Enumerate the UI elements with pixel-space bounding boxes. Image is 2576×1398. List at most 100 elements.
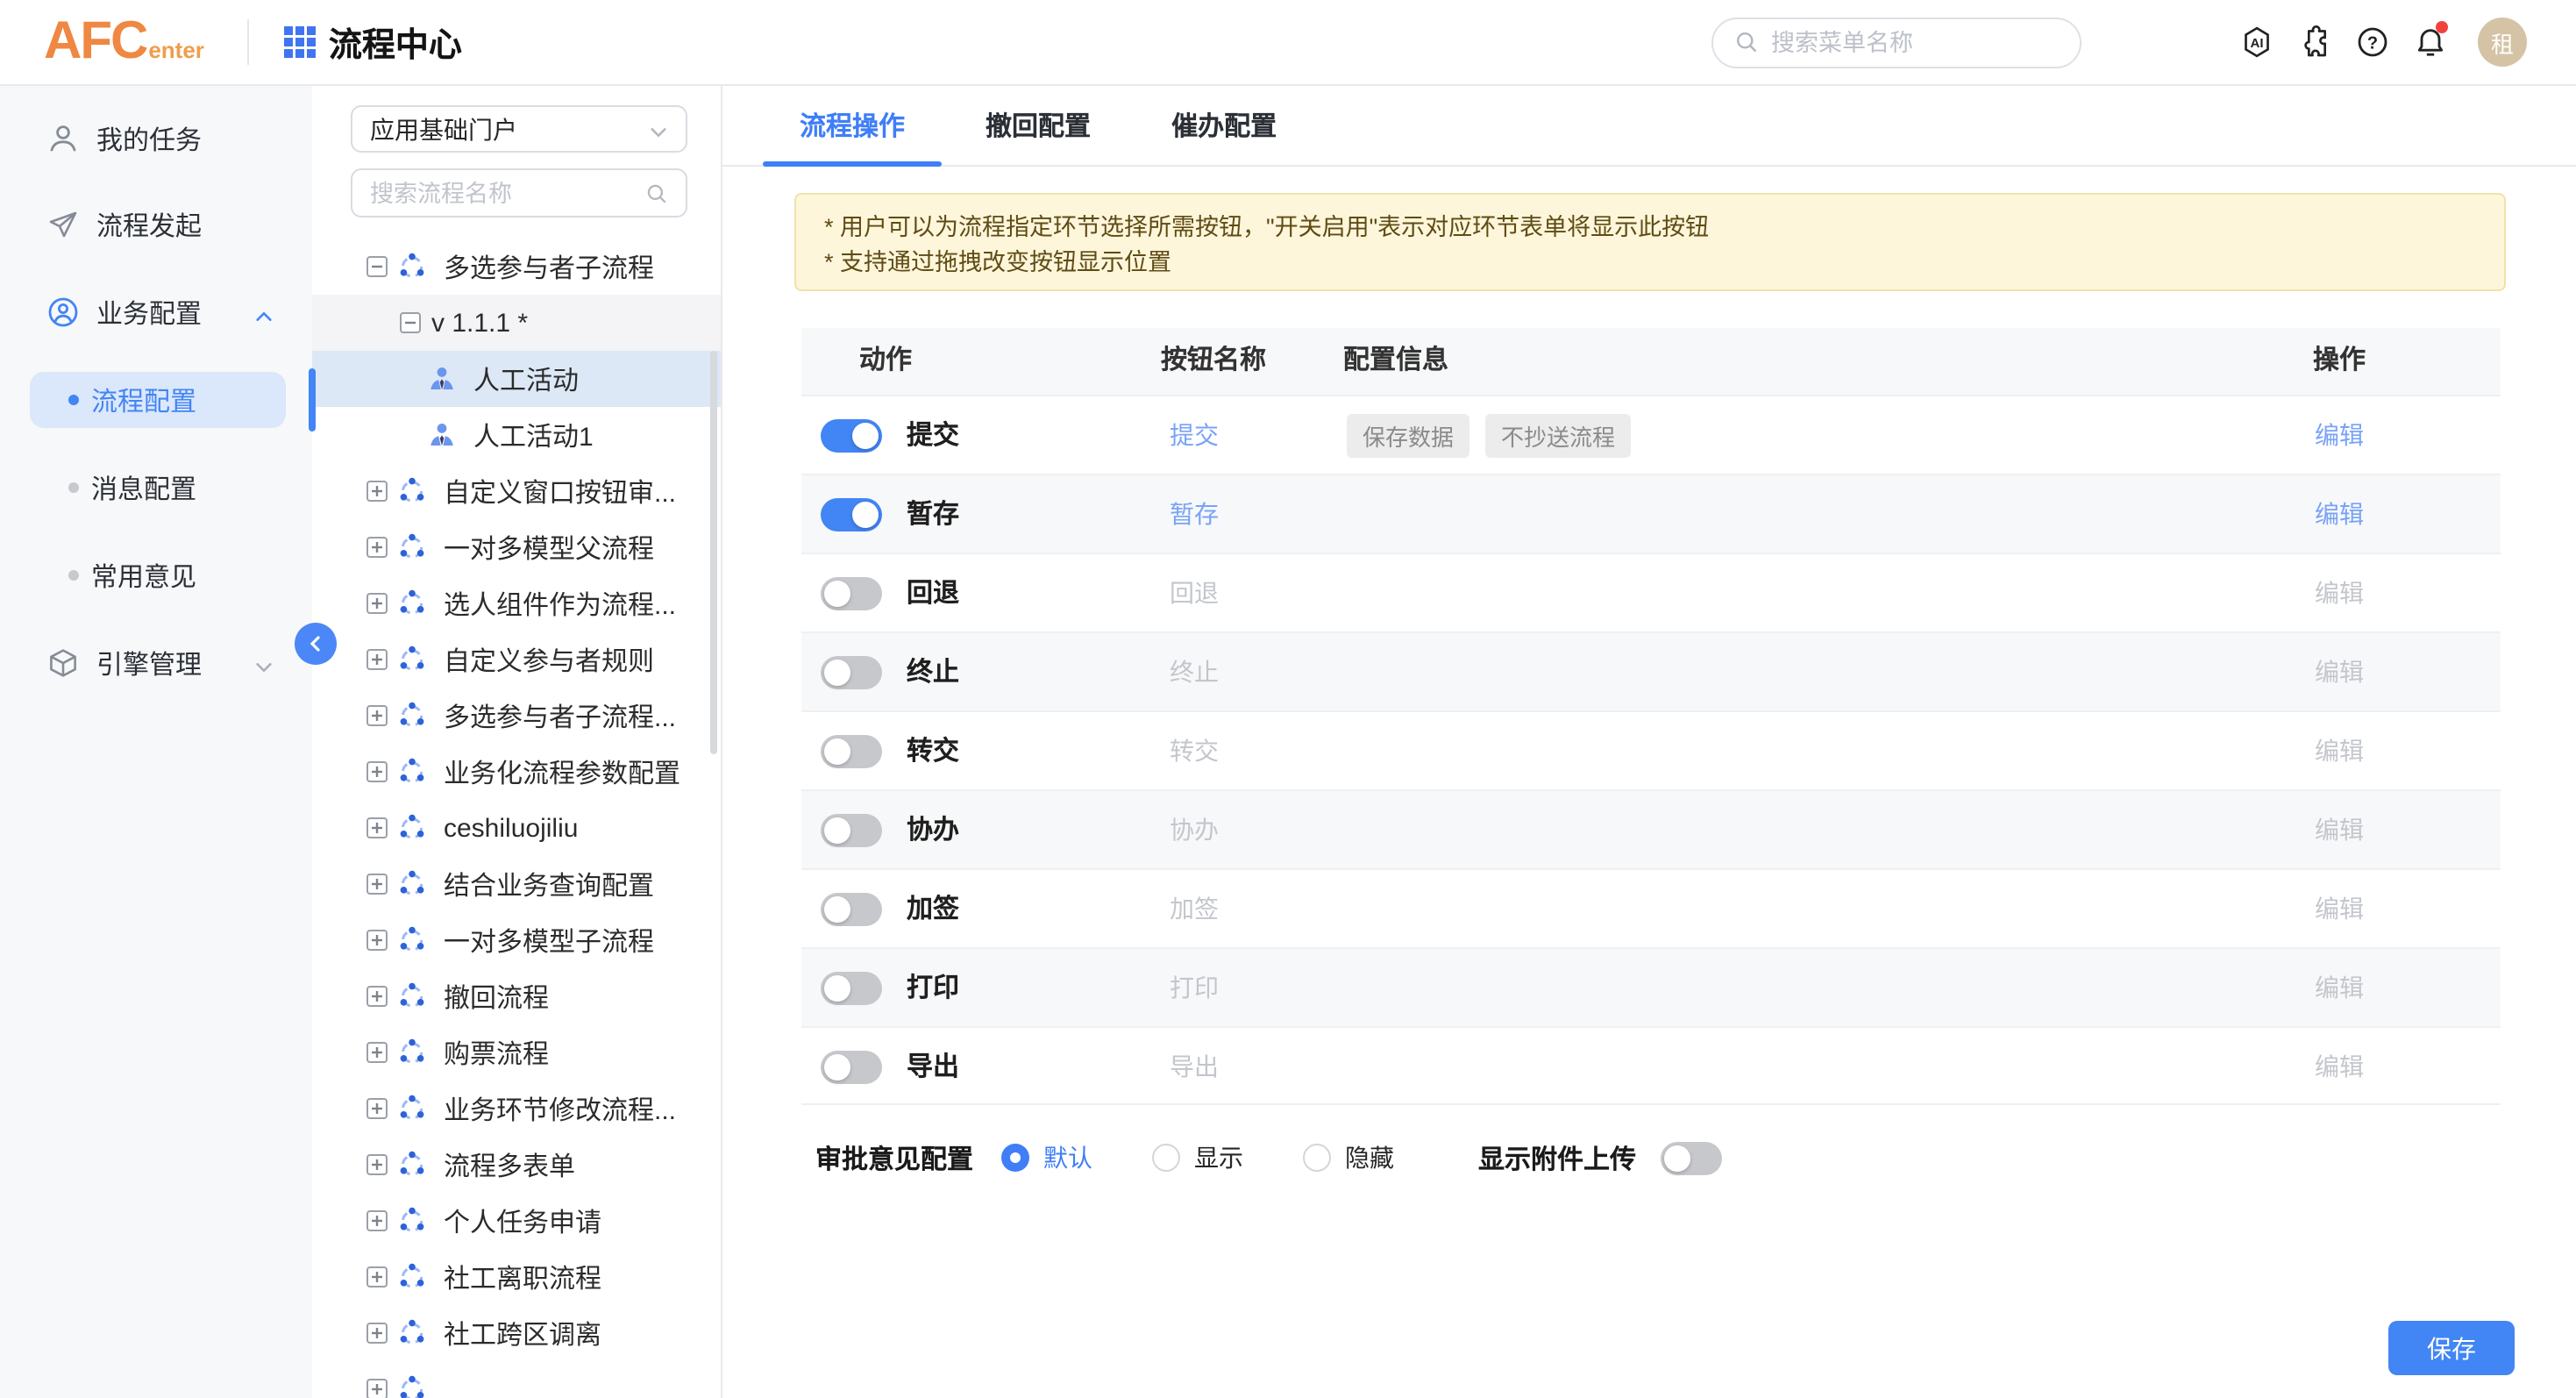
sidebar-item-business-config[interactable]: 业务配置 — [0, 268, 312, 356]
notification-bell-icon[interactable] — [2413, 25, 2448, 60]
button-name-link[interactable]: 加签 — [1170, 870, 1219, 949]
sidebar-item-common-opinions[interactable]: 常用意见 — [0, 531, 312, 619]
button-name-link[interactable]: 回退 — [1170, 554, 1219, 633]
tree-node-label: 人工活动1 — [473, 417, 594, 453]
ai-assistant-icon[interactable]: AI — [2239, 25, 2274, 60]
tree-node-process[interactable]: 撤回流程 — [312, 968, 721, 1024]
attachment-upload-toggle[interactable] — [1661, 1141, 1722, 1174]
tree-node-process[interactable]: 一对多模型父流程 — [312, 519, 721, 575]
app-select[interactable]: 应用基础门户 — [351, 105, 687, 153]
help-icon[interactable]: ? — [2355, 25, 2390, 60]
tree-node-process[interactable]: 业务化流程参数配置 — [312, 744, 721, 800]
tree-node-version[interactable]: v 1.1.1 * — [312, 295, 721, 351]
expand-node-icon[interactable] — [366, 1266, 388, 1287]
tab-urge-config[interactable]: 催办配置 — [1135, 86, 1313, 165]
edit-link[interactable]: 编辑 — [2287, 870, 2392, 949]
action-enable-toggle[interactable] — [821, 419, 882, 453]
tree-node-process[interactable]: 多选参与者子流程 — [312, 239, 721, 295]
button-name-link[interactable]: 导出 — [1170, 1028, 1219, 1107]
tree-node-process[interactable]: 结合业务查询配置 — [312, 856, 721, 912]
tree-node-process[interactable]: 自定义窗口按钮审... — [312, 463, 721, 519]
edit-link[interactable]: 编辑 — [2287, 712, 2392, 791]
app-grid-icon[interactable] — [283, 25, 318, 60]
action-enable-toggle[interactable] — [821, 498, 882, 531]
process-search-input[interactable] — [370, 180, 633, 206]
sidebar-item-process-start[interactable]: 流程发起 — [0, 181, 312, 268]
expand-node-icon[interactable] — [366, 1210, 388, 1231]
expand-node-icon[interactable] — [366, 1379, 388, 1398]
expand-node-icon[interactable] — [366, 761, 388, 782]
button-name-link[interactable]: 协办 — [1170, 791, 1219, 870]
expand-node-icon[interactable] — [366, 593, 388, 614]
collapse-node-icon[interactable] — [366, 256, 388, 277]
edit-link[interactable]: 编辑 — [2287, 554, 2392, 633]
button-name-link[interactable]: 提交 — [1170, 396, 1219, 475]
panel-collapse-button[interactable] — [295, 623, 337, 665]
radio-option-default[interactable]: 默认 — [1001, 1140, 1092, 1175]
tree-node-process[interactable]: 选人组件作为流程... — [312, 575, 721, 631]
edit-link[interactable]: 编辑 — [2287, 1028, 2392, 1107]
user-avatar[interactable]: 租 — [2478, 18, 2527, 67]
expand-node-icon[interactable] — [366, 1042, 388, 1063]
action-enable-toggle[interactable] — [821, 814, 882, 847]
expand-node-icon[interactable] — [366, 705, 388, 726]
expand-node-icon[interactable] — [366, 817, 388, 838]
tree-node-process[interactable]: 购票流程 — [312, 1024, 721, 1081]
expand-node-icon[interactable] — [366, 1154, 388, 1175]
tab-withdraw-config[interactable]: 撤回配置 — [949, 86, 1128, 165]
tree-node-activity[interactable]: 人工活动 — [312, 351, 721, 407]
tree-node-process[interactable]: 社工跨区调离 — [312, 1305, 721, 1361]
expand-node-icon[interactable] — [366, 537, 388, 558]
expand-node-icon[interactable] — [366, 1098, 388, 1119]
button-name-link[interactable]: 暂存 — [1170, 475, 1219, 554]
action-label: 终止 — [907, 633, 959, 712]
tree-node-process[interactable]: 一对多模型子流程 — [312, 912, 721, 968]
tree-node-process[interactable]: ceshiluojiliu — [312, 800, 721, 856]
activity-person-icon — [428, 365, 456, 393]
action-enable-toggle[interactable] — [821, 972, 882, 1005]
edit-link[interactable]: 编辑 — [2287, 949, 2392, 1028]
radio-option-show[interactable]: 显示 — [1152, 1140, 1243, 1175]
tree-node-process[interactable]: 多选参与者子流程... — [312, 688, 721, 744]
expand-node-icon[interactable] — [366, 930, 388, 951]
tree-node-process[interactable]: 自定义参与者规则 — [312, 631, 721, 688]
edit-link[interactable]: 编辑 — [2287, 791, 2392, 870]
puzzle-plugin-icon[interactable] — [2297, 25, 2332, 60]
tree-node-label: ceshiluojiliu — [444, 813, 578, 843]
save-button[interactable]: 保存 — [2388, 1321, 2515, 1375]
collapse-node-icon[interactable] — [400, 312, 421, 333]
radio-circle-icon — [1152, 1144, 1180, 1172]
tree-node-activity[interactable]: 人工活动1 — [312, 407, 721, 463]
svg-text:AI: AI — [2251, 36, 2264, 51]
tree-node-process[interactable] — [312, 1361, 721, 1398]
button-name-link[interactable]: 打印 — [1170, 949, 1219, 1028]
action-enable-toggle[interactable] — [821, 656, 882, 689]
action-enable-toggle[interactable] — [821, 577, 882, 610]
tree-node-process[interactable]: 个人任务申请 — [312, 1193, 721, 1249]
expand-node-icon[interactable] — [366, 1323, 388, 1344]
edit-link[interactable]: 编辑 — [2287, 475, 2392, 554]
tree-scrollbar-thumb[interactable] — [710, 351, 717, 754]
radio-option-hide[interactable]: 隐藏 — [1303, 1140, 1394, 1175]
menu-search-input[interactable] — [1771, 29, 2034, 55]
tree-node-process[interactable]: 社工离职流程 — [312, 1249, 721, 1305]
expand-node-icon[interactable] — [366, 649, 388, 670]
edit-link[interactable]: 编辑 — [2287, 396, 2392, 475]
tree-node-process[interactable]: 流程多表单 — [312, 1137, 721, 1193]
expand-node-icon[interactable] — [366, 481, 388, 502]
expand-node-icon[interactable] — [366, 986, 388, 1007]
edit-link[interactable]: 编辑 — [2287, 633, 2392, 712]
action-enable-toggle[interactable] — [821, 735, 882, 768]
action-enable-toggle[interactable] — [821, 1051, 882, 1084]
tab-process-actions[interactable]: 流程操作 — [763, 86, 942, 165]
button-name-link[interactable]: 终止 — [1170, 633, 1219, 712]
sidebar-item-engine-management[interactable]: 引擎管理 — [0, 619, 312, 707]
tree-node-process[interactable]: 业务环节修改流程... — [312, 1081, 721, 1137]
button-name-link[interactable]: 转交 — [1170, 712, 1219, 791]
table-row: 打印 打印 编辑 — [801, 947, 2501, 1026]
action-enable-toggle[interactable] — [821, 893, 882, 926]
sidebar-item-my-tasks[interactable]: 我的任务 — [0, 95, 312, 182]
sidebar-item-message-config[interactable]: 消息配置 — [0, 444, 312, 531]
sidebar-item-process-config[interactable]: 流程配置 — [30, 372, 286, 428]
expand-node-icon[interactable] — [366, 874, 388, 895]
